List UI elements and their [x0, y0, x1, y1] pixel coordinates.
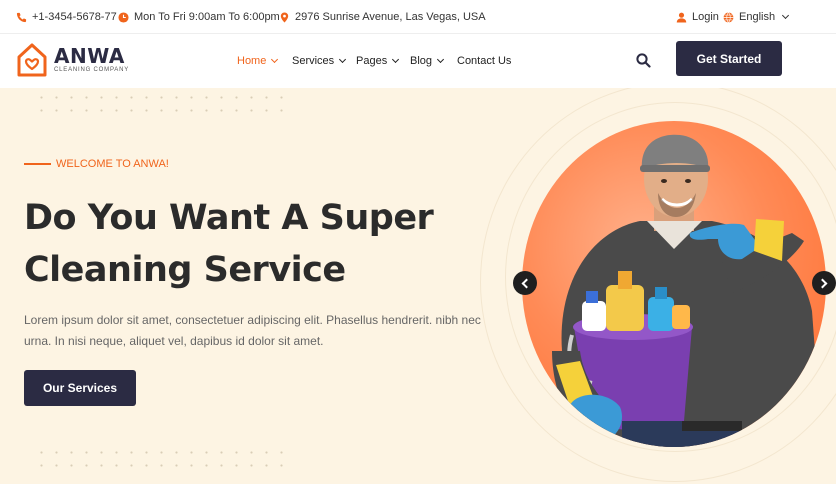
hero-image — [522, 121, 826, 447]
house-logo-icon — [17, 43, 47, 77]
address: 2976 Sunrise Avenue, Las Vegas, USA — [295, 11, 486, 23]
language-selector[interactable]: English — [723, 0, 790, 34]
clock-icon — [118, 11, 129, 23]
nav-item-blog[interactable]: Blog — [410, 34, 445, 88]
phone-number[interactable]: +1-3454-5678-77 — [32, 11, 117, 23]
location-pin-icon — [280, 11, 289, 23]
chevron-down-icon — [339, 55, 347, 64]
user-icon — [676, 12, 687, 23]
chevron-down-icon — [271, 55, 279, 64]
hero-section: WELCOME TO ANWA! Do You Want A Super Cle… — [0, 88, 836, 484]
logo[interactable]: ANWA CLEANING COMPANY — [16, 42, 129, 78]
hero-title: Do You Want A Super Cleaning Service — [24, 192, 484, 296]
nav-item-label: Blog — [410, 55, 433, 67]
brand-name: ANWA — [54, 44, 125, 68]
phone-icon — [16, 12, 27, 22]
chevron-down-icon — [782, 11, 790, 20]
globe-icon — [723, 11, 734, 23]
login-link[interactable]: Login — [676, 0, 719, 34]
nav-item-label: Pages — [356, 55, 388, 67]
hero-title-line: Cleaning Service — [24, 250, 346, 290]
get-started-button[interactable]: Get Started — [676, 41, 782, 76]
dot-pattern — [34, 446, 284, 472]
search-icon[interactable] — [636, 53, 651, 68]
nav-item-label: Services — [292, 55, 335, 67]
nav-item-pages[interactable]: Pages — [356, 34, 400, 88]
address-info: 2976 Sunrise Avenue, Las Vegas, USA — [279, 0, 486, 34]
chevron-down-icon — [392, 55, 400, 64]
slider-next-button[interactable] — [812, 271, 836, 295]
hero-eyebrow: WELCOME TO ANWA! — [24, 158, 169, 170]
chevron-right-icon — [817, 278, 828, 288]
slider-prev-button[interactable] — [513, 271, 537, 295]
eyebrow-text: WELCOME TO ANWA! — [56, 158, 169, 170]
brand-tagline: CLEANING COMPANY — [54, 67, 130, 73]
hero-description: Lorem ipsum dolor sit amet, consectetuer… — [24, 313, 481, 348]
chevron-down-icon — [436, 55, 445, 64]
eyebrow-line — [24, 163, 51, 165]
dot-pattern — [34, 91, 284, 117]
main-header: ANWA CLEANING COMPANY Home Services Page… — [0, 34, 836, 88]
nav-item-label: Home — [237, 55, 267, 67]
phone-info[interactable]: +1-3454-5678-77 — [16, 0, 117, 34]
hero-title-line: Do You Want A Super — [24, 198, 434, 238]
login-label[interactable]: Login — [692, 11, 719, 23]
nav-item-home[interactable]: Home — [237, 34, 279, 88]
hours-info: Mon To Fri 9:00am To 6:00pm — [118, 0, 280, 34]
nav-item-services[interactable]: Services — [292, 34, 347, 88]
nav-item-label: Contact Us — [457, 55, 512, 67]
our-services-button[interactable]: Our Services — [24, 370, 136, 406]
nav-item-contact[interactable]: Contact Us — [457, 34, 511, 88]
cleaner-illustration — [552, 134, 822, 447]
top-bar: +1-3454-5678-77 Mon To Fri 9:00am To 6:0… — [0, 0, 836, 34]
language-label[interactable]: English — [739, 11, 775, 23]
chevron-left-icon — [521, 278, 532, 288]
business-hours: Mon To Fri 9:00am To 6:00pm — [134, 11, 280, 23]
